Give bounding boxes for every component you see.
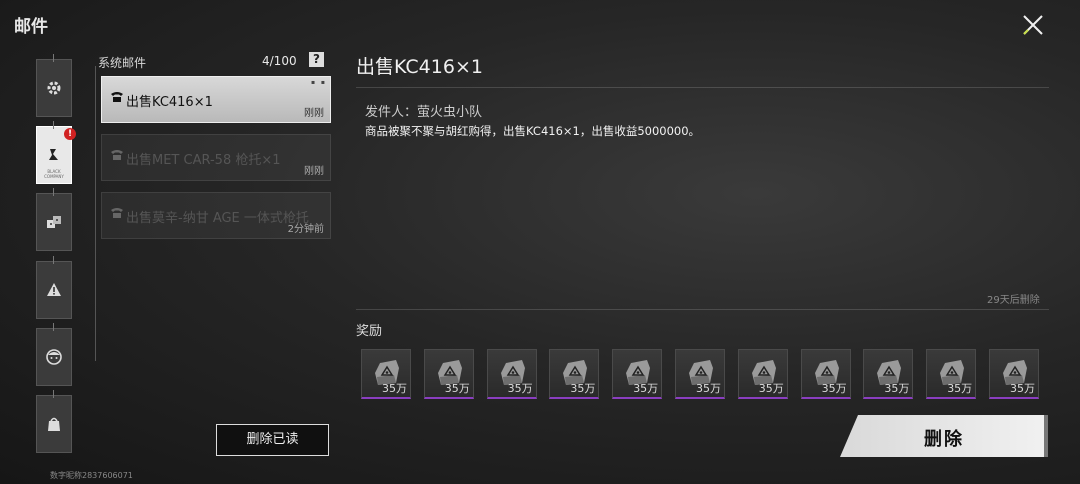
- reward-quantity: 35万: [758, 382, 784, 395]
- notification-badge: !: [64, 128, 76, 140]
- gear-icon: [47, 81, 61, 95]
- reward-quantity: 35万: [633, 382, 659, 395]
- mail-time: 刚刚: [304, 108, 324, 119]
- delete-read-button[interactable]: 删除已读: [216, 424, 329, 456]
- mail-list-label: 系统邮件: [98, 56, 147, 70]
- delete-button[interactable]: 删除: [840, 415, 1048, 457]
- girl-icon: [46, 349, 62, 365]
- category-tab-items[interactable]: [36, 390, 72, 453]
- expiry-note: 29天后删除: [987, 295, 1040, 306]
- close-icon: [1023, 15, 1043, 35]
- mail-time: 2分钟前: [287, 224, 324, 235]
- reward-quantity: 35万: [884, 382, 910, 395]
- mail-sender: 发件人：萤火虫小队: [365, 105, 483, 120]
- reward-slot[interactable]: 35万: [361, 349, 411, 399]
- reward-slot[interactable]: 35万: [926, 349, 977, 399]
- warning-icon: [47, 283, 61, 296]
- reward-quantity: 35万: [507, 382, 533, 395]
- category-tab-alerts[interactable]: [36, 256, 72, 319]
- mail-time: 刚刚: [304, 166, 324, 177]
- delete-button-label: 删除: [924, 429, 964, 450]
- mail-subject: 出售KC416×1: [126, 95, 213, 110]
- divider: [95, 66, 96, 361]
- corner-dots: ▪ ▪: [310, 79, 327, 86]
- mail-body: 商品被聚不聚与胡红购得，出售KC416×1，出售收益5000000。: [365, 124, 701, 138]
- divider: [356, 87, 1049, 88]
- reward-quantity: 35万: [382, 382, 407, 395]
- phone-icon: [111, 150, 123, 160]
- reward-slot[interactable]: 35万: [737, 349, 788, 399]
- bag-icon: [48, 417, 60, 431]
- reward-slot[interactable]: 35万: [423, 349, 474, 399]
- reward-slot[interactable]: 35万: [800, 349, 851, 399]
- reward-slot[interactable]: 35万: [989, 349, 1039, 399]
- phone-icon: [111, 208, 123, 218]
- mail-item[interactable]: 出售KC416×1 刚刚 ▪ ▪: [101, 76, 331, 123]
- reward-quantity: 35万: [821, 382, 847, 395]
- category-tab-letters[interactable]: ! BLACK COMPANY: [36, 121, 76, 184]
- divider: [356, 309, 1049, 310]
- reward-slot[interactable]: 35万: [863, 349, 914, 399]
- reward-quantity: 35万: [696, 382, 721, 395]
- dice-icon: [47, 216, 61, 228]
- letter-icon: [49, 149, 58, 160]
- mail-subject: 出售莫辛-纳甘 AGE 一体式枪托: [126, 211, 309, 226]
- page-title: 邮件: [14, 17, 48, 37]
- help-button[interactable]: ?: [309, 52, 324, 67]
- category-caption: BLACK COMPANY: [44, 169, 64, 179]
- reward-quantity: 35万: [947, 382, 973, 395]
- category-tab-system[interactable]: [36, 54, 72, 117]
- close-button[interactable]: [1018, 10, 1048, 40]
- reward-quantity: 35万: [1010, 382, 1035, 395]
- rewards-label: 奖励: [356, 324, 383, 339]
- phone-icon: [111, 92, 123, 102]
- reward-quantity: 35万: [444, 382, 470, 395]
- reward-slot[interactable]: 35万: [549, 349, 600, 399]
- category-tab-characters[interactable]: [36, 323, 72, 386]
- category-tab-events[interactable]: [36, 188, 72, 251]
- reward-slot[interactable]: 35万: [612, 349, 663, 399]
- mail-count: 4/100: [262, 54, 297, 68]
- mail-item[interactable]: 出售MET CAR-58 枪托×1 刚刚: [101, 134, 331, 181]
- mail-detail-title: 出售KC416×1: [356, 56, 483, 78]
- mail-subject: 出售MET CAR-58 枪托×1: [126, 153, 281, 168]
- mail-item[interactable]: 出售莫辛-纳甘 AGE 一体式枪托 2分钟前: [101, 192, 331, 239]
- player-id: 数字昵称2837606071: [50, 471, 133, 480]
- reward-slot[interactable]: 35万: [675, 349, 725, 399]
- reward-slot[interactable]: 35万: [486, 349, 537, 399]
- reward-quantity: 35万: [570, 382, 596, 395]
